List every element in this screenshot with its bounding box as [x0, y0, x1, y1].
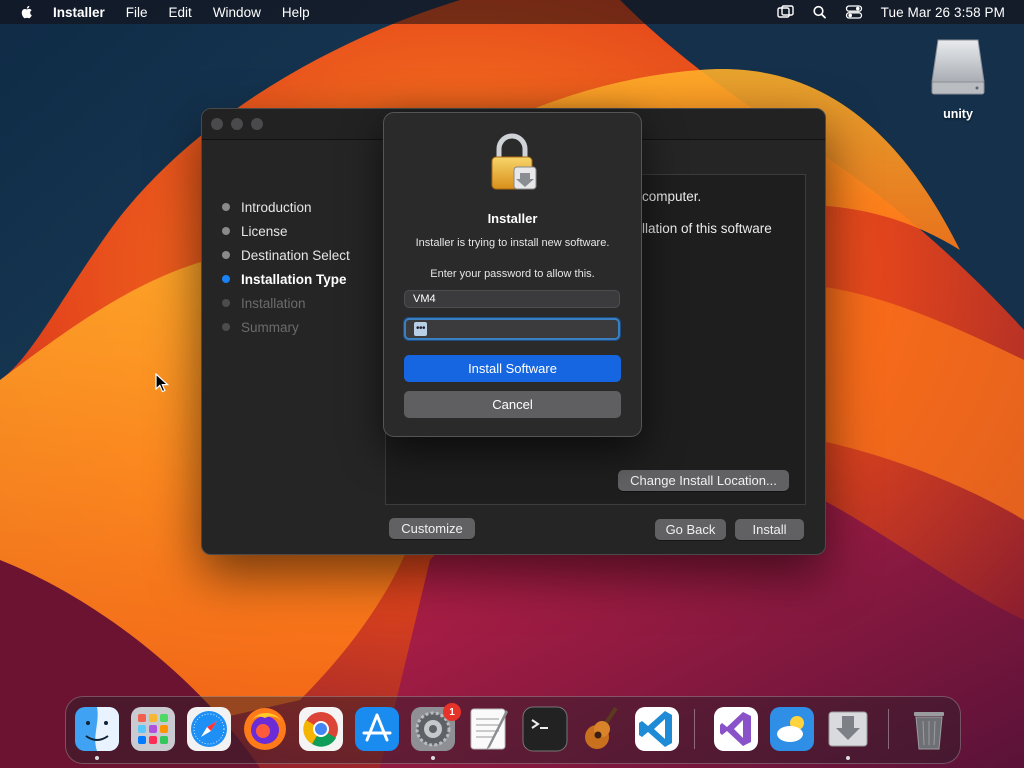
- dock-weather[interactable]: [769, 706, 815, 752]
- step-label: Installation: [241, 295, 306, 311]
- visual-studio-icon: [714, 707, 758, 751]
- step-dot-active: [222, 275, 230, 283]
- step-label: Summary: [241, 319, 299, 335]
- content-text-line-1: computer.: [642, 189, 702, 204]
- auth-dialog: Installer Installer is trying to install…: [383, 112, 642, 437]
- zoom-button[interactable]: [251, 118, 263, 130]
- dock-finder[interactable]: [74, 706, 120, 752]
- step-installation: Installation: [222, 291, 350, 315]
- lock-icon: [491, 133, 537, 190]
- dock: 1: [65, 696, 961, 764]
- dock-vscode[interactable]: [634, 706, 680, 752]
- launchpad-icon: [131, 707, 175, 751]
- step-label: Introduction: [241, 199, 312, 215]
- control-center-icon[interactable]: [845, 5, 863, 19]
- username-field[interactable]: VM4: [404, 290, 620, 308]
- step-label: Installation Type: [241, 271, 347, 287]
- app-store-icon: [355, 707, 399, 751]
- menu-window[interactable]: Window: [213, 5, 261, 20]
- dock-separator: [694, 709, 695, 749]
- chrome-icon: [299, 707, 343, 751]
- content-text-line-2: llation of this software: [642, 221, 772, 236]
- menu-help[interactable]: Help: [282, 5, 310, 20]
- step-destination-select: Destination Select: [222, 243, 350, 267]
- step-introduction: Introduction: [222, 195, 350, 219]
- step-dot: [222, 203, 230, 211]
- running-indicator: [431, 756, 435, 760]
- dock-textedit[interactable]: [466, 706, 512, 752]
- notification-badge: 1: [443, 703, 461, 721]
- finder-icon: [75, 707, 119, 751]
- step-dot: [222, 251, 230, 259]
- dock-visual-studio[interactable]: [713, 706, 759, 752]
- dock-garageband[interactable]: [578, 706, 624, 752]
- dock-launchpad[interactable]: [130, 706, 176, 752]
- vscode-icon: [635, 707, 679, 751]
- go-back-button[interactable]: Go Back: [655, 519, 726, 540]
- password-field[interactable]: •••: [404, 318, 620, 340]
- customize-button[interactable]: Customize: [389, 518, 475, 539]
- installer-icon: [828, 711, 868, 747]
- terminal-icon: [522, 706, 568, 752]
- running-indicator: [95, 756, 99, 760]
- change-install-location-button[interactable]: Change Install Location...: [618, 470, 789, 491]
- trash-icon: [914, 712, 944, 750]
- textedit-icon: [470, 708, 508, 750]
- dialog-message: Installer is trying to install new softw…: [415, 237, 610, 249]
- cancel-button[interactable]: Cancel: [404, 391, 621, 418]
- step-label: Destination Select: [241, 247, 350, 263]
- firefox-icon: [244, 708, 286, 750]
- garageband-icon: [585, 706, 618, 749]
- close-button[interactable]: [211, 118, 223, 130]
- dialog-title: Installer: [487, 211, 538, 226]
- step-label: License: [241, 223, 288, 239]
- step-dot: [222, 227, 230, 235]
- dock-safari[interactable]: [186, 706, 232, 752]
- screen-mirroring-icon[interactable]: [776, 5, 795, 19]
- dock-terminal[interactable]: [522, 706, 568, 752]
- desktop-volume[interactable]: unity: [925, 36, 991, 121]
- dialog-prompt: Enter your password to allow this.: [430, 268, 595, 280]
- menu-bar: Installer File Edit Window Help Tue Mar …: [0, 0, 1024, 24]
- install-button[interactable]: Install: [735, 519, 804, 540]
- installer-steps: Introduction License Destination Select …: [222, 195, 350, 339]
- step-installation-type: Installation Type: [222, 267, 350, 291]
- dock-system-settings[interactable]: 1: [410, 703, 461, 752]
- safari-icon: [187, 707, 231, 751]
- menu-edit[interactable]: Edit: [169, 5, 192, 20]
- minimize-button[interactable]: [231, 118, 243, 130]
- running-indicator: [846, 756, 850, 760]
- menu-app-name[interactable]: Installer: [53, 5, 105, 20]
- dock-firefox[interactable]: [242, 706, 288, 752]
- dock-installer[interactable]: [825, 706, 871, 752]
- dock-trash[interactable]: [906, 706, 952, 752]
- step-license: License: [222, 219, 350, 243]
- step-summary: Summary: [222, 315, 350, 339]
- disk-drive-icon: [931, 39, 985, 95]
- apple-menu-icon[interactable]: [19, 4, 35, 20]
- dock-separator: [888, 709, 889, 749]
- weather-icon: [770, 707, 814, 751]
- mouse-cursor-icon: [155, 373, 169, 393]
- volume-label: unity: [943, 107, 973, 121]
- step-dot: [222, 323, 230, 331]
- step-dot: [222, 299, 230, 307]
- install-software-button[interactable]: Install Software: [404, 355, 621, 382]
- password-mask: •••: [414, 322, 428, 336]
- menu-file[interactable]: File: [126, 5, 148, 20]
- dock-app-store[interactable]: [354, 706, 400, 752]
- menu-clock[interactable]: Tue Mar 26 3:58 PM: [881, 5, 1005, 20]
- search-icon[interactable]: [811, 5, 829, 19]
- dock-chrome[interactable]: [298, 706, 344, 752]
